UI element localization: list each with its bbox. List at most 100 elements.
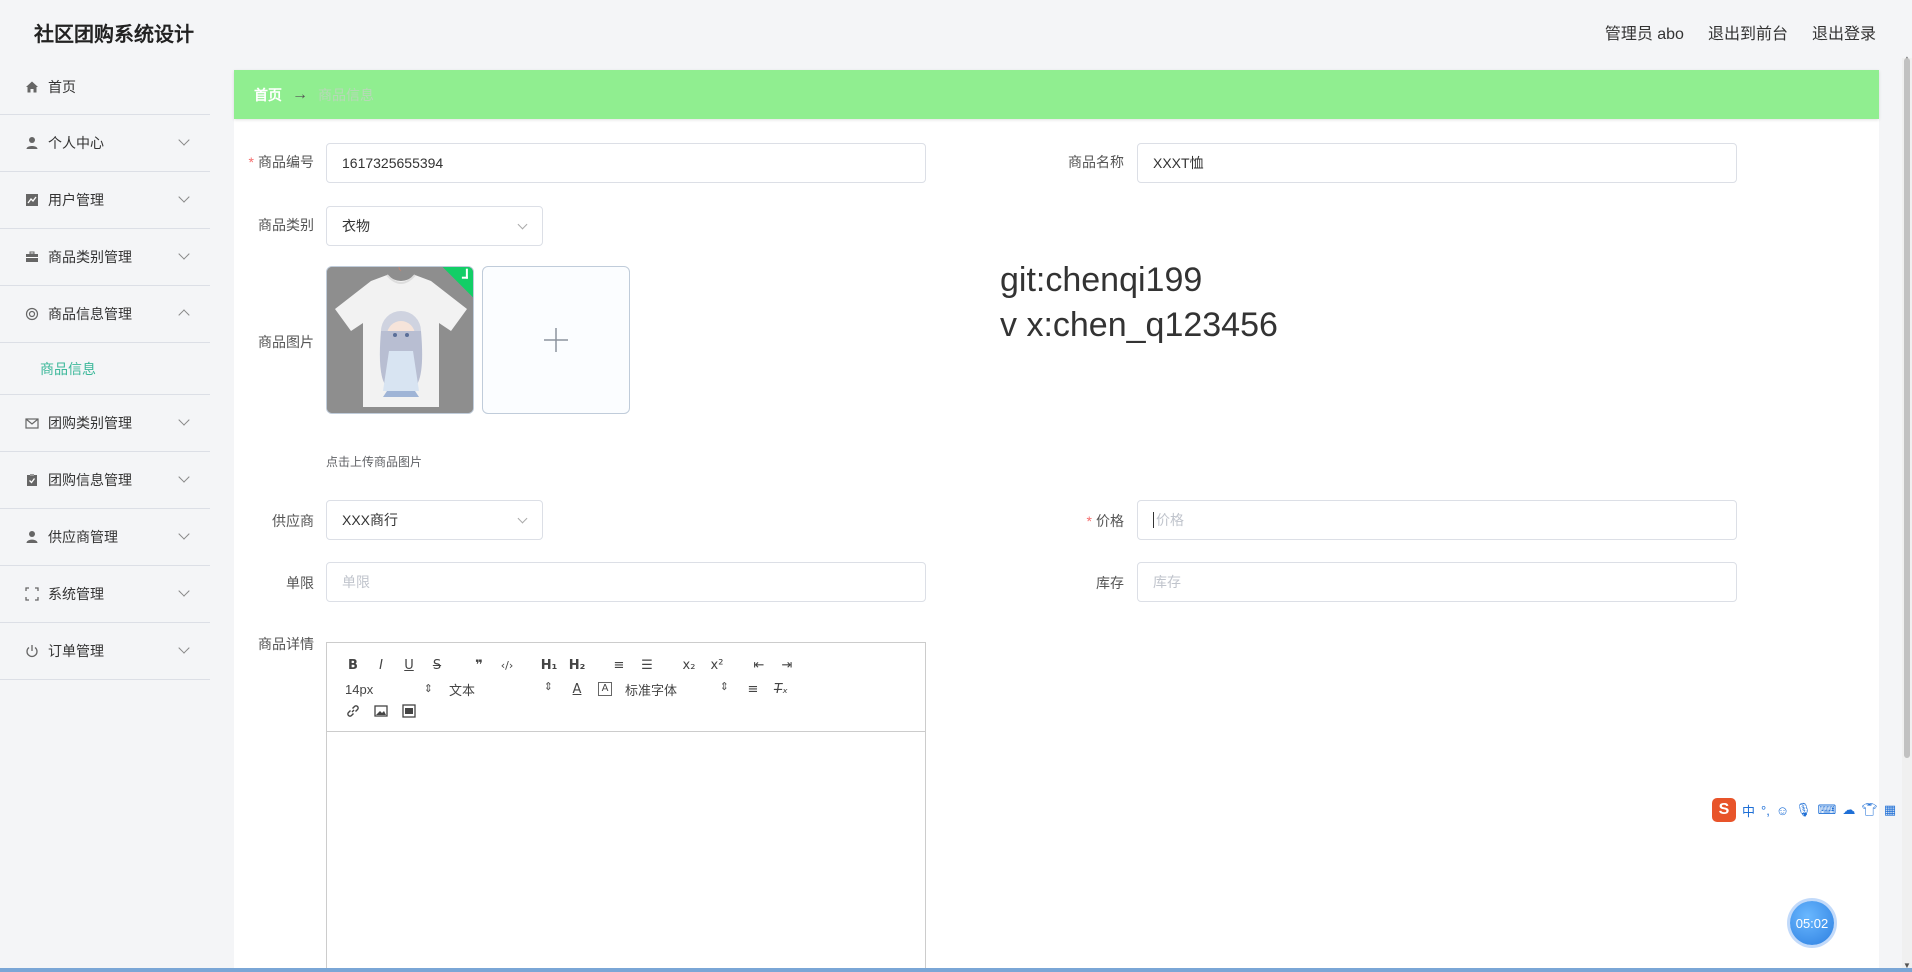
keyboard-icon[interactable]: ⌨ bbox=[1818, 802, 1837, 818]
align-icon[interactable]: ≡ bbox=[739, 682, 767, 697]
emoji-icon[interactable]: ☺ bbox=[1776, 803, 1789, 818]
chevron-down-icon bbox=[178, 585, 190, 597]
clear-format-icon[interactable]: T̶ₓ bbox=[767, 682, 795, 697]
font-color-icon[interactable]: A bbox=[563, 682, 591, 697]
link-icon[interactable] bbox=[339, 704, 367, 722]
underline-icon[interactable]: U bbox=[395, 658, 423, 673]
price-placeholder: 价格 bbox=[1156, 512, 1184, 528]
timer-badge[interactable]: 05:02 bbox=[1790, 901, 1834, 945]
grid-icon[interactable]: ▦ bbox=[1884, 802, 1896, 818]
product-name-input[interactable]: XXXT恤 bbox=[1137, 143, 1737, 183]
sidebar-item-home[interactable]: 首页 bbox=[0, 60, 210, 115]
sidebar-subitem-product-info[interactable]: 商品信息 bbox=[0, 343, 210, 395]
price-label: * 价格 bbox=[1086, 513, 1124, 529]
user-icon bbox=[24, 135, 40, 151]
image-upload-button[interactable] bbox=[482, 266, 630, 414]
chevron-down-icon bbox=[178, 414, 190, 426]
briefcase-icon bbox=[24, 249, 40, 265]
sidebar-item-user-management[interactable]: 用户管理 bbox=[0, 172, 210, 229]
page-scrollbar[interactable]: ▲ ▼ bbox=[1902, 54, 1912, 972]
price-input[interactable]: 价格 bbox=[1137, 500, 1737, 540]
sidebar-item-label: 个人中心 bbox=[48, 135, 104, 151]
ime-language-toggle[interactable]: 中 bbox=[1742, 801, 1755, 820]
home-icon bbox=[24, 79, 40, 95]
editor-content-area[interactable] bbox=[327, 732, 925, 970]
chevron-down-icon bbox=[178, 528, 190, 540]
subscript-icon[interactable]: x₂ bbox=[675, 658, 703, 673]
text-format-select[interactable]: 文本 bbox=[443, 680, 563, 699]
logout-link[interactable]: 退出登录 bbox=[1812, 20, 1876, 44]
font-family-select[interactable]: 标准字体 bbox=[619, 680, 739, 699]
sidebar-item-label: 供应商管理 bbox=[48, 529, 118, 545]
outdent-icon[interactable]: ⇤ bbox=[745, 658, 773, 673]
strikethrough-icon[interactable]: S bbox=[423, 658, 451, 673]
top-bar: 社区团购系统设计 管理员 abo 退出到前台 退出登录 bbox=[0, 0, 1912, 60]
sidebar-item-personal-center[interactable]: 个人中心 bbox=[0, 115, 210, 172]
product-image-thumbnail[interactable] bbox=[326, 266, 474, 414]
product-no-input[interactable]: 1617325655394 bbox=[326, 143, 926, 183]
rich-text-editor: B I U S ❞ ‹/› H₁ H₂ ≡ ☰ x₂ x² ⇤ ⇥ 14px ⇕… bbox=[326, 642, 926, 972]
supplier-label: 供应商 bbox=[272, 513, 314, 529]
watermark-line: git:chenqi199 bbox=[1000, 261, 1203, 299]
background-color-icon[interactable]: A bbox=[598, 682, 612, 696]
sidebar: 首页 个人中心 用户管理 商品类别管理 商品信息管理 商品信息 团购类别管理 团… bbox=[0, 60, 210, 680]
scrollbar-thumb[interactable] bbox=[1904, 58, 1910, 758]
font-size-select[interactable]: 14px bbox=[339, 682, 443, 697]
category-select-value: 衣物 bbox=[342, 218, 370, 234]
sidebar-item-label: 首页 bbox=[48, 79, 76, 95]
chevron-up-icon bbox=[178, 309, 190, 321]
sidebar-item-groupbuy-info[interactable]: 团购信息管理 bbox=[0, 452, 210, 509]
detail-label: 商品详情 bbox=[258, 636, 314, 652]
sidebar-item-label: 商品类别管理 bbox=[48, 249, 132, 265]
stock-input[interactable]: 库存 bbox=[1137, 562, 1737, 602]
breadcrumb: 首页 → 商品信息 bbox=[234, 70, 1879, 119]
ime-user-icon[interactable]: ☁ bbox=[1842, 802, 1855, 818]
sidebar-item-label: 商品信息管理 bbox=[48, 306, 132, 322]
product-no-label: * 商品编号 bbox=[248, 154, 314, 170]
chart-icon bbox=[24, 192, 40, 208]
blockquote-icon[interactable]: ❞ bbox=[465, 658, 493, 673]
category-select[interactable]: 衣物 bbox=[326, 206, 543, 246]
image-icon[interactable] bbox=[367, 704, 395, 722]
superscript-icon[interactable]: x² bbox=[703, 658, 731, 673]
sidebar-item-supplier-management[interactable]: 供应商管理 bbox=[0, 509, 210, 566]
video-icon[interactable] bbox=[395, 704, 423, 722]
italic-icon[interactable]: I bbox=[367, 658, 395, 673]
chevron-down-icon bbox=[178, 134, 190, 146]
product-image-label: 商品图片 bbox=[258, 334, 314, 350]
watermark-line: v x:chen_q123456 bbox=[1000, 306, 1278, 344]
heading1-icon[interactable]: H₁ bbox=[535, 658, 563, 673]
chevron-down-icon bbox=[178, 471, 190, 483]
sidebar-item-label: 系统管理 bbox=[48, 586, 104, 602]
person-icon bbox=[24, 529, 40, 545]
limit-input[interactable]: 单限 bbox=[326, 562, 926, 602]
taskbar-edge bbox=[0, 968, 1912, 972]
app-title: 社区团购系统设计 bbox=[34, 24, 194, 46]
sogou-logo-icon[interactable]: S bbox=[1712, 798, 1736, 822]
sidebar-item-product-management[interactable]: 商品信息管理 bbox=[0, 286, 210, 343]
clipboard-icon bbox=[24, 472, 40, 488]
watermark-text: git:chenqi199 v x:chen_q123456 bbox=[1000, 258, 1278, 348]
microphone-icon[interactable]: 🎙︎ bbox=[1795, 802, 1812, 818]
tshirt-image bbox=[327, 267, 473, 413]
chevron-down-icon bbox=[517, 219, 528, 230]
sidebar-item-label: 订单管理 bbox=[48, 643, 104, 659]
indent-icon[interactable]: ⇥ bbox=[773, 658, 801, 673]
sidebar-item-system-management[interactable]: 系统管理 bbox=[0, 566, 210, 623]
supplier-select[interactable]: XXX商行 bbox=[326, 500, 543, 540]
sidebar-item-category-management[interactable]: 商品类别管理 bbox=[0, 229, 210, 286]
shirt-icon[interactable]: 👕︎ bbox=[1861, 802, 1878, 818]
text-cursor bbox=[1153, 512, 1154, 528]
back-to-front-link[interactable]: 退出到前台 bbox=[1708, 20, 1788, 44]
breadcrumb-home-link[interactable]: 首页 bbox=[254, 85, 282, 105]
chevron-down-icon bbox=[517, 513, 528, 524]
ordered-list-icon[interactable]: ≡ bbox=[605, 658, 633, 673]
sidebar-item-groupbuy-category[interactable]: 团购类别管理 bbox=[0, 395, 210, 452]
heading2-icon[interactable]: H₂ bbox=[563, 658, 591, 673]
sidebar-item-order-management[interactable]: 订单管理 bbox=[0, 623, 210, 680]
bold-icon[interactable]: B bbox=[339, 658, 367, 673]
settings-ring-icon bbox=[24, 306, 40, 322]
code-block-icon[interactable]: ‹/› bbox=[493, 659, 521, 672]
bullet-list-icon[interactable]: ☰ bbox=[633, 658, 661, 673]
ime-punctuation-toggle[interactable]: °, bbox=[1761, 803, 1770, 818]
